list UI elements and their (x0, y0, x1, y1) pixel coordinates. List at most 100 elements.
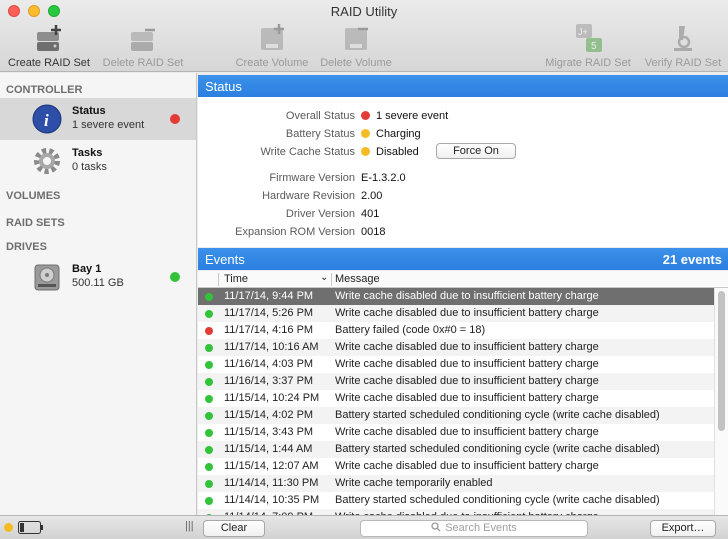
event-row[interactable]: 11/17/14, 9:44 PM Write cache disabled du… (198, 288, 714, 305)
write-cache-status-row: Write Cache Status Disabled Force On (198, 143, 728, 162)
event-time: 11/15/14, 3:43 PM (224, 426, 314, 438)
overall-status-label: Overall Status (285, 110, 355, 122)
clear-button[interactable]: Clear (203, 520, 265, 537)
overall-status-value: 1 severe event (376, 110, 449, 122)
message-column-header[interactable]: Message (335, 273, 380, 285)
event-time: 11/15/14, 1:44 AM (224, 443, 313, 455)
force-on-button[interactable]: Force On (436, 143, 516, 159)
write-cache-status-value: Disabled (376, 146, 419, 158)
firmware-version-value: E-1.3.2.0 (361, 172, 406, 184)
expansion-rom-version-row: Expansion ROM Version 0018 (198, 226, 728, 242)
event-row[interactable]: 11/14/14, 10:35 PM Battery started schedu… (198, 492, 714, 509)
battery-status-indicator (4, 523, 13, 532)
event-message: Write cache temporarily enabled (335, 477, 493, 489)
migrate-raid-set-icon: J+ 5 (576, 24, 602, 52)
export-button[interactable]: Export… (650, 520, 716, 537)
event-time: 11/15/14, 4:02 PM (224, 409, 314, 421)
column-separator (331, 273, 332, 286)
migrate-raid-set-button[interactable]: J+ 5 Migrate RAID Set (540, 22, 636, 69)
event-status-dot (205, 497, 213, 505)
status-item-subtitle: 1 severe event (72, 119, 145, 131)
event-time: 11/15/14, 10:24 PM (224, 392, 320, 404)
event-time: 11/17/14, 10:16 AM (224, 341, 319, 353)
event-time: 11/14/14, 11:30 PM (224, 477, 319, 489)
create-raid-set-icon (37, 25, 61, 51)
svg-text:5: 5 (591, 41, 597, 52)
firmware-version-row: Firmware Version E-1.3.2.0 (198, 172, 728, 188)
event-row[interactable]: 11/17/14, 5:26 PM Write cache disabled du… (198, 305, 714, 322)
window-title: RAID Utility (330, 4, 398, 19)
event-row[interactable]: 11/14/14, 11:30 PM Write cache temporaril… (198, 475, 714, 492)
event-status-dot (205, 429, 213, 437)
event-status-dot (205, 412, 213, 420)
expansion-rom-version-label: Expansion ROM Version (235, 226, 355, 238)
event-row[interactable]: 11/15/14, 12:07 AM Write cache disabled d… (198, 458, 714, 475)
sort-chevron-icon[interactable]: ⌄ (320, 272, 328, 283)
verify-raid-set-label: Verify RAID Set (644, 57, 722, 69)
delete-raid-set-label: Delete RAID Set (102, 57, 184, 69)
volumes-header: VOLUMES (6, 190, 61, 202)
delete-raid-set-button[interactable]: Delete RAID Set (98, 22, 188, 69)
raid-sets-header: RAID SETS (6, 217, 65, 229)
hardware-revision-row: Hardware Revision 2.00 (198, 190, 728, 206)
status-section-title: Status (205, 79, 242, 94)
event-row[interactable]: 11/17/14, 4:16 PM Battery failed (code 0x… (198, 322, 714, 339)
delete-raid-set-icon (131, 28, 155, 51)
sidebar-item-bay-1[interactable]: Bay 1 500.11 GB (0, 256, 196, 298)
battery-icon (18, 521, 43, 534)
overall-status-dot (361, 111, 370, 120)
event-row[interactable]: 11/16/14, 4:03 PM Write cache disabled du… (198, 356, 714, 373)
event-row[interactable]: 11/15/14, 1:44 AM Battery started schedul… (198, 441, 714, 458)
drives-header: DRIVES (6, 241, 47, 253)
event-message: Battery started scheduled conditioning c… (335, 494, 660, 506)
events-scrollbar-thumb[interactable] (718, 291, 725, 431)
splitter-handle-icon[interactable]: ||| (185, 520, 194, 532)
drive-item-subtitle: 500.11 GB (72, 277, 124, 289)
events-table-header: Time ⌄ Message (198, 271, 728, 288)
event-time: 11/16/14, 4:03 PM (224, 358, 314, 370)
create-raid-set-button[interactable]: Create RAID Set (5, 22, 93, 69)
event-row[interactable]: 11/17/14, 10:16 AM Write cache disabled d… (198, 339, 714, 356)
event-row[interactable]: 11/15/14, 10:24 PM Write cache disabled d… (198, 390, 714, 407)
events-table: Time ⌄ Message 11/17/14, 9:44 PM Write ca… (198, 271, 728, 515)
event-message: Write cache disabled due to insufficient… (335, 358, 599, 370)
event-status-dot (205, 310, 213, 318)
sidebar: CONTROLLER i Status 1 severe event Tasks… (0, 73, 197, 515)
event-message: Write cache disabled due to insufficient… (335, 426, 599, 438)
delete-volume-button[interactable]: Delete Volume (316, 22, 396, 69)
event-status-dot (205, 463, 213, 471)
microscope-icon (674, 26, 692, 51)
event-message: Write cache disabled due to insufficient… (335, 392, 599, 404)
event-row[interactable]: 11/16/14, 3:37 PM Write cache disabled du… (198, 373, 714, 390)
search-events-field[interactable]: Search Events (360, 520, 588, 537)
event-status-dot (205, 293, 213, 301)
event-status-dot (205, 395, 213, 403)
event-status-dot (205, 361, 213, 369)
event-message: Write cache disabled due to insufficient… (335, 460, 599, 472)
battery-status-label: Battery Status (285, 128, 355, 140)
sidebar-item-tasks[interactable]: Tasks 0 tasks (0, 140, 196, 182)
events-rows: 11/17/14, 9:44 PM Write cache disabled du… (198, 288, 714, 515)
event-message: Battery failed (code 0x#0 = 18) (335, 324, 486, 336)
time-column-header[interactable]: Time (224, 273, 248, 285)
delete-volume-label: Delete Volume (320, 57, 392, 69)
event-row[interactable]: 11/15/14, 4:02 PM Battery started schedul… (198, 407, 714, 424)
bottom-bar: ||| Clear Search Events Export… (0, 515, 728, 539)
event-time: 11/17/14, 9:44 PM (224, 290, 314, 302)
overall-status-row: Overall Status 1 severe event (198, 110, 728, 126)
verify-raid-set-button[interactable]: Verify RAID Set (640, 22, 726, 69)
write-cache-status-dot (361, 147, 370, 156)
event-row[interactable]: 11/15/14, 3:43 PM Write cache disabled du… (198, 424, 714, 441)
write-cache-status-label: Write Cache Status (260, 146, 355, 158)
event-status-dot (205, 344, 213, 352)
events-scrollbar[interactable] (714, 288, 728, 515)
event-message: Write cache disabled due to insufficient… (335, 375, 599, 387)
column-separator (218, 273, 219, 286)
create-volume-button[interactable]: Create Volume (232, 22, 312, 69)
sidebar-item-status[interactable]: i Status 1 severe event (0, 98, 196, 140)
drive-item-title: Bay 1 (72, 263, 102, 275)
battery-status-value-wrap: Charging (361, 128, 421, 140)
event-status-dot (205, 446, 213, 454)
events-section-header: Events 21 events (198, 248, 728, 270)
svg-text:J+: J+ (578, 27, 588, 37)
